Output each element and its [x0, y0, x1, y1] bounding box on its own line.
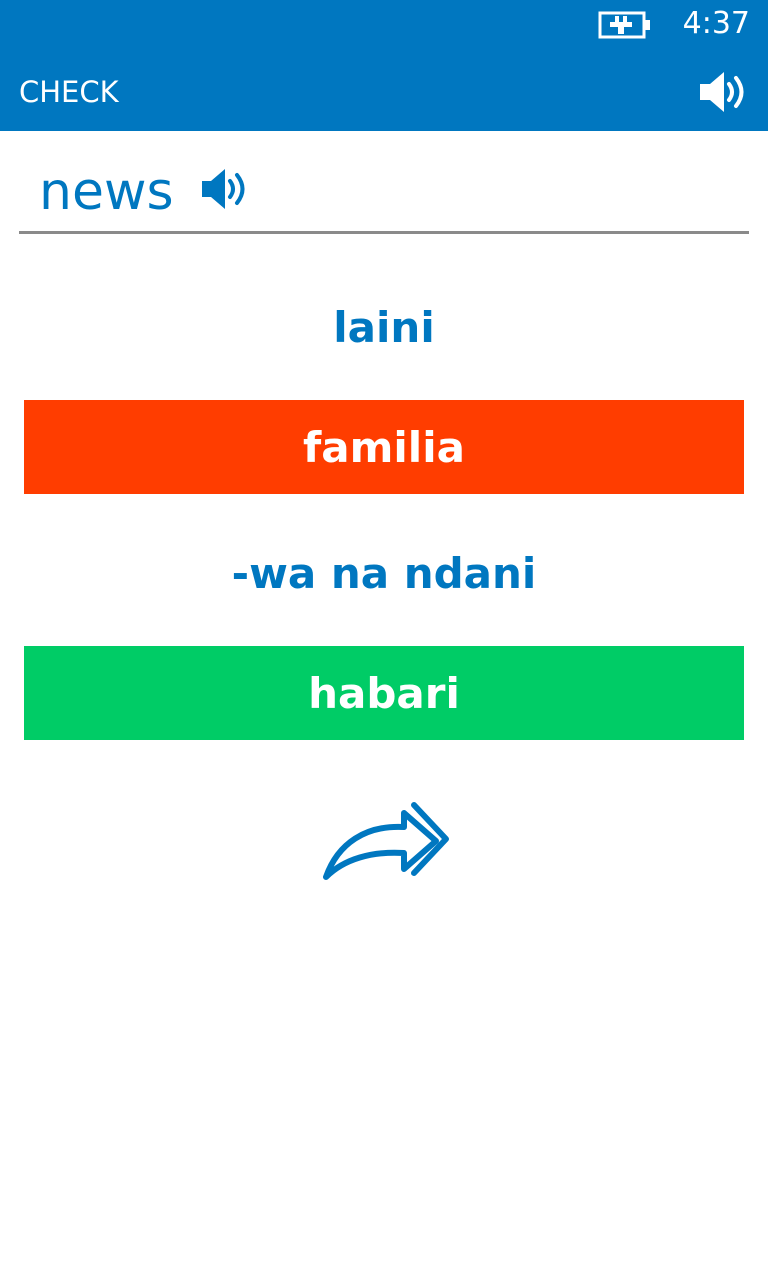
answer-option-1[interactable]: laini [24, 280, 744, 374]
answer-option-4[interactable]: habari [24, 646, 744, 740]
answer-option-label: laini [333, 302, 435, 352]
forward-arrow-icon[interactable] [318, 795, 454, 885]
answer-option-label: familia [303, 422, 465, 472]
question-word: news [39, 162, 174, 222]
answer-option-label: habari [308, 668, 460, 718]
battery-charging-icon [598, 11, 650, 39]
question-word-row: news [19, 150, 749, 234]
page-title: CHECK [19, 75, 119, 109]
answer-option-3[interactable]: -wa na ndani [24, 526, 744, 620]
status-time: 4:37 [682, 6, 750, 41]
speaker-icon[interactable] [200, 166, 250, 212]
speaker-icon[interactable] [698, 68, 750, 116]
answer-option-2[interactable]: familia [24, 400, 744, 494]
answer-option-label: -wa na ndani [231, 548, 537, 598]
app-header: 4:37 CHECK [0, 0, 768, 131]
